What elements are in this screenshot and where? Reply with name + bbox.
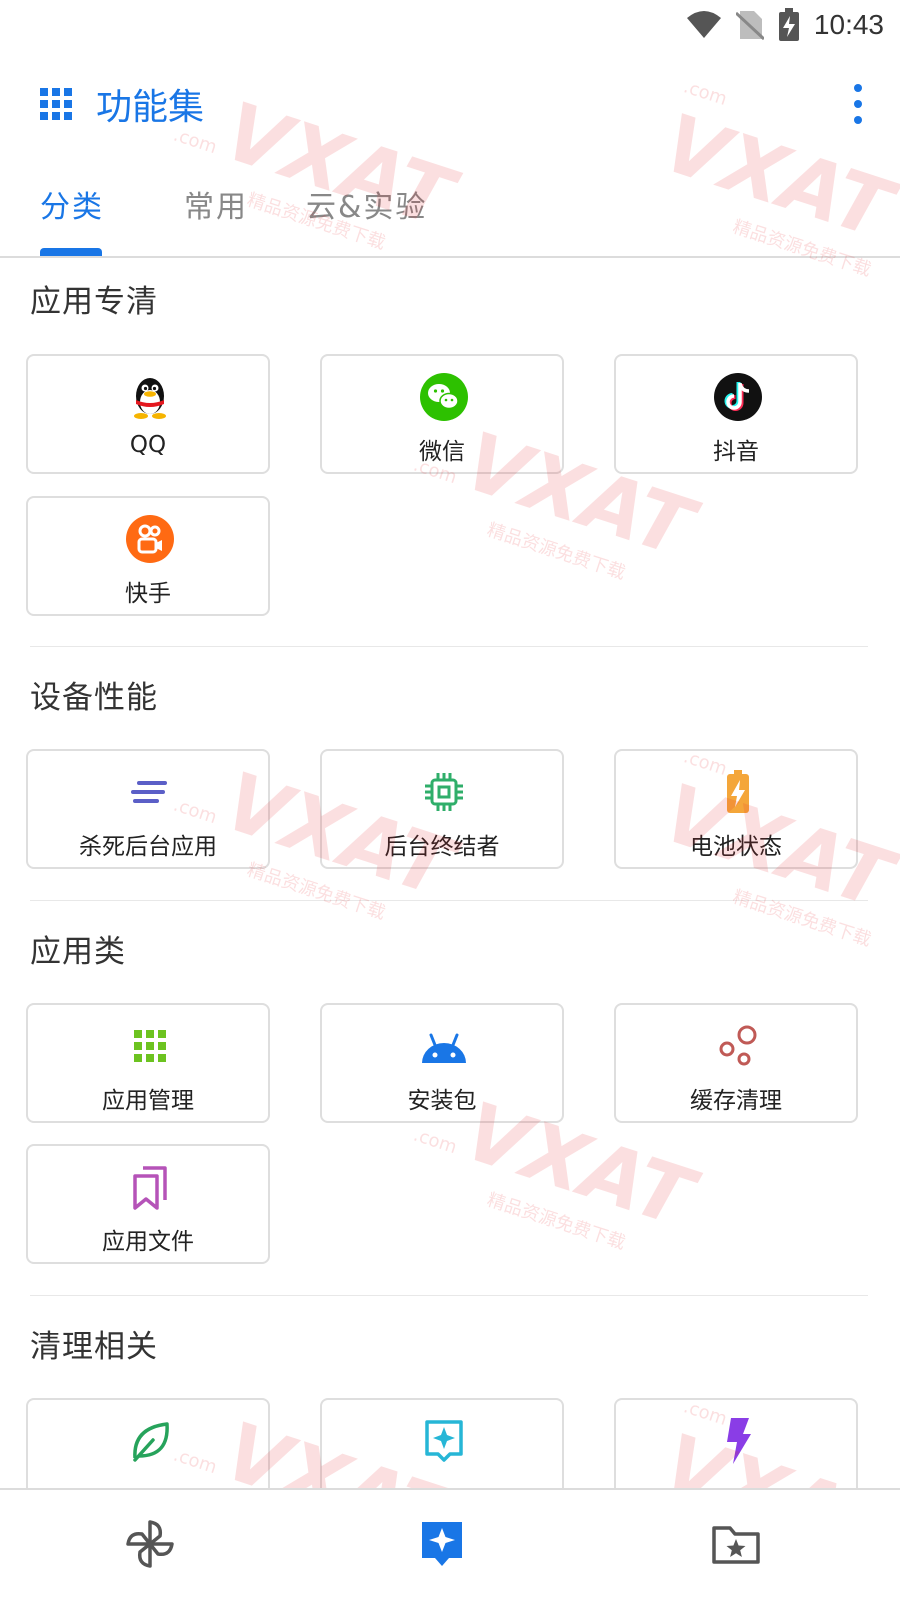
- tabs-divider: [0, 256, 900, 258]
- card-install-package[interactable]: 安装包: [320, 1003, 564, 1123]
- card-battery-status[interactable]: 电池状态: [614, 749, 858, 869]
- pinwheel-icon[interactable]: [122, 1516, 178, 1572]
- card-label: 安装包: [407, 1088, 477, 1114]
- card-background-terminator[interactable]: 后台终结者: [320, 749, 564, 869]
- section-title-apps: 应用类: [30, 934, 126, 970]
- status-time: 10:43: [813, 9, 884, 40]
- card-label: 应用管理: [102, 1088, 194, 1114]
- more-options-icon[interactable]: [846, 80, 870, 128]
- tab-frequent[interactable]: 常用: [184, 182, 248, 226]
- tab-bar: 分类 常用 云&实验: [0, 168, 900, 256]
- card-app-management[interactable]: 应用管理: [26, 1003, 270, 1123]
- lightning-icon: [727, 1418, 751, 1464]
- section-title-app-clean: 应用专清: [30, 284, 158, 320]
- card-kill-background-apps[interactable]: 杀死后台应用: [26, 749, 270, 869]
- section-divider: [30, 646, 868, 647]
- battery-icon: [727, 770, 749, 813]
- bottom-nav: [0, 1488, 900, 1602]
- wifi-icon: [686, 11, 721, 38]
- card-label: 电池状态: [690, 834, 782, 860]
- section-divider: [30, 1295, 868, 1296]
- card-label: 微信: [419, 439, 465, 465]
- no-sim-icon: [735, 11, 764, 41]
- chip-icon: [425, 773, 463, 811]
- section-title-device-performance: 设备性能: [30, 680, 158, 716]
- card-wechat[interactable]: 微信: [320, 354, 564, 474]
- apps-grid-icon[interactable]: [36, 84, 76, 124]
- card-app-files[interactable]: 应用文件: [26, 1144, 270, 1264]
- card-label: 应用文件: [102, 1229, 194, 1255]
- tab-indicator: [40, 248, 102, 256]
- leaf-icon: [133, 1422, 169, 1462]
- card-kuaishou[interactable]: 快手: [26, 496, 270, 616]
- sparkle-box-nav-icon[interactable]: [414, 1516, 470, 1572]
- page-title: 功能集: [96, 87, 205, 128]
- bubbles-icon: [719, 1025, 757, 1066]
- status-bar: 10:43: [0, 0, 900, 50]
- wechat-icon: [420, 373, 468, 421]
- tab-category[interactable]: 分类: [40, 182, 104, 226]
- section-title-cleanup: 清理相关: [30, 1329, 158, 1365]
- tiktok-icon: [714, 373, 762, 421]
- starred-folder-icon[interactable]: [708, 1516, 764, 1572]
- lines-icon: [131, 781, 167, 803]
- card-label: 快手: [125, 581, 171, 607]
- card-label: 缓存清理: [690, 1088, 782, 1114]
- app-bar: 功能集: [0, 62, 900, 146]
- card-tiktok[interactable]: 抖音: [614, 354, 858, 474]
- card-label: 抖音: [713, 439, 759, 465]
- android-icon: [422, 1033, 466, 1063]
- qq-penguin-icon: [134, 378, 166, 419]
- sparkle-box-icon: [425, 1420, 463, 1462]
- tab-cloud-lab[interactable]: 云&实验: [306, 182, 427, 226]
- card-label: QQ: [129, 432, 167, 458]
- card-label: 杀死后台应用: [79, 834, 217, 860]
- card-label: 后台终结者: [384, 834, 500, 860]
- card-cache-clean[interactable]: 缓存清理: [614, 1003, 858, 1123]
- kuaishou-icon: [126, 515, 174, 563]
- card-qq[interactable]: QQ: [26, 354, 270, 474]
- battery-charging-icon: [778, 8, 799, 41]
- section-divider: [30, 900, 868, 901]
- app-grid-icon: [134, 1030, 166, 1062]
- bookmark-icon: [133, 1166, 167, 1210]
